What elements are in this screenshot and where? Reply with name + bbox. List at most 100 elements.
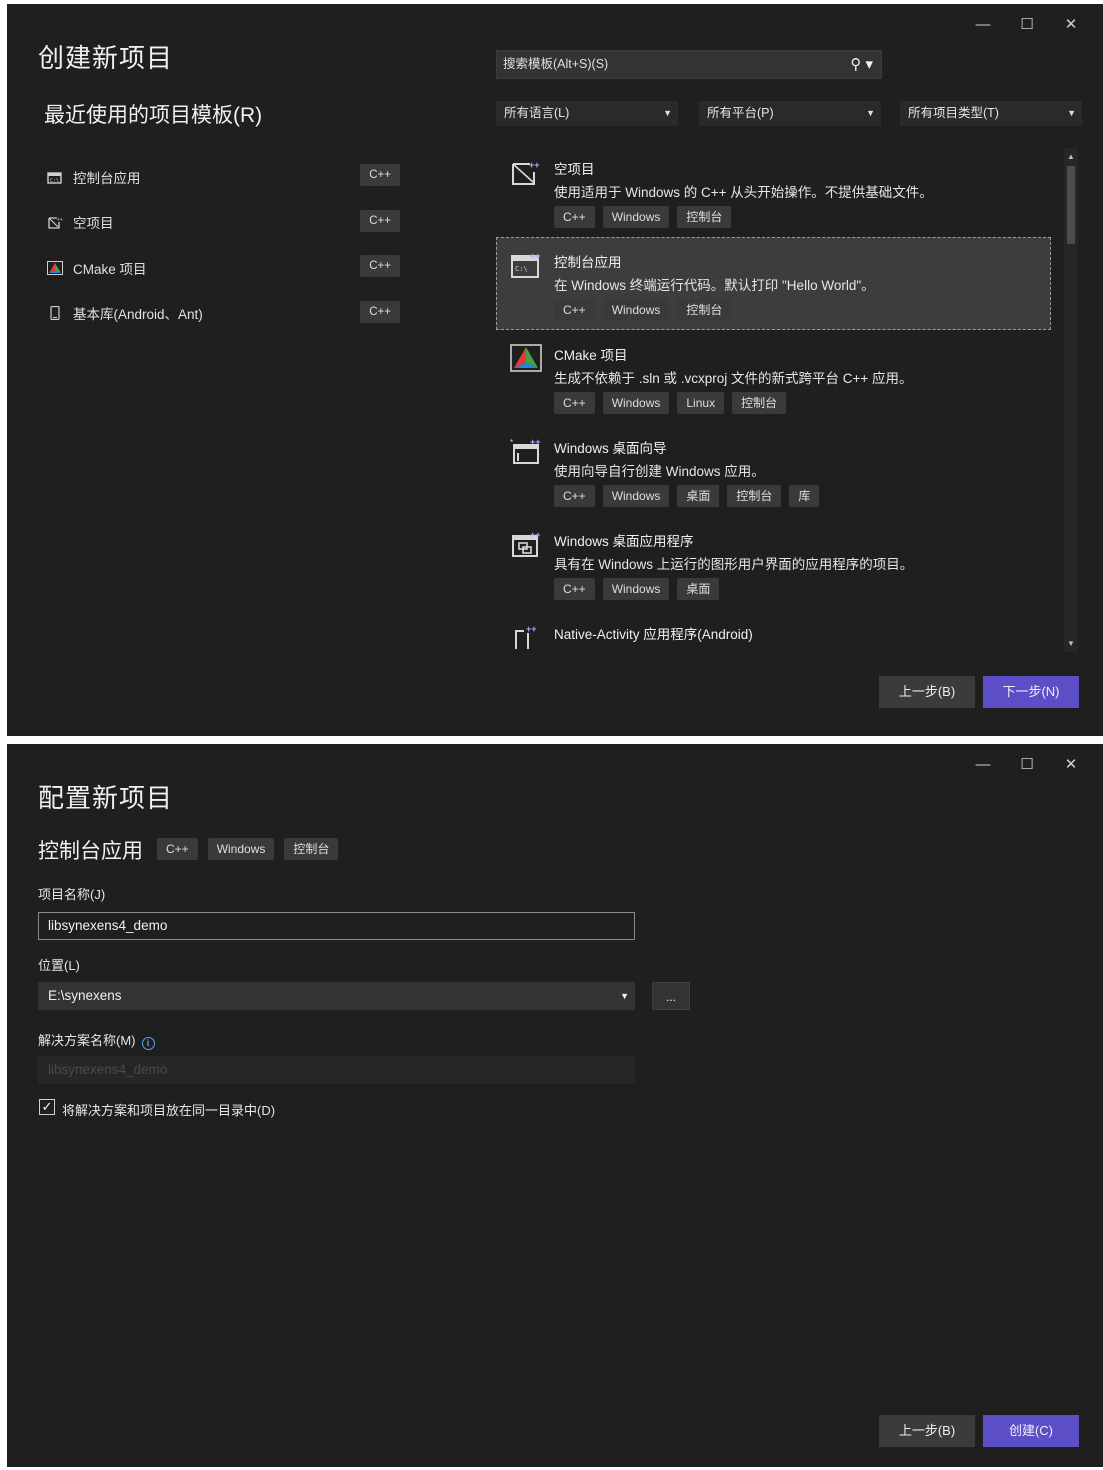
console-app-icon: C:\ [47,172,62,184]
window-controls: — ☐ ✕ [961,12,1093,36]
create-button[interactable]: 创建(C) [983,1415,1079,1447]
back-button[interactable]: 上一步(B) [879,1415,975,1447]
tag: 库 [789,485,820,507]
platform-filter[interactable]: 所有平台(P) ▼ [699,101,881,126]
solution-name-label-row: 解决方案名称(M) i [38,1030,155,1050]
language-badge: C++ [360,164,400,186]
recent-item-cmake[interactable]: CMake 项目 C++ [45,245,400,291]
project-type-filter[interactable]: 所有项目类型(T) ▼ [900,101,1082,126]
desktop-app-icon: ++ [512,530,541,557]
cmake-icon [510,344,542,372]
same-directory-checkbox[interactable]: ✓ [39,1099,55,1115]
empty-project-icon: ++ [48,217,63,229]
android-library-icon [50,306,60,321]
desktop-wizard-icon: * ++ [510,437,541,464]
close-button[interactable]: ✕ [1049,12,1093,36]
maximize-button[interactable]: ☐ [1005,752,1049,776]
svg-text:++: ++ [530,437,541,447]
template-tags: C++ Windows 控制台 [554,206,732,228]
template-item-desktop-app[interactable]: ++ Windows 桌面应用程序 具有在 Windows 上运行的图形用户界面… [496,516,1051,609]
back-button[interactable]: 上一步(B) [879,676,975,708]
same-directory-label[interactable]: 将解决方案和项目放在同一目录中(D) [62,1100,275,1119]
recent-item-android-library[interactable]: 基本库(Android、Ant) C++ [45,291,400,337]
template-tags: C++ Windows Linux 控制台 [554,392,787,414]
tag: 控制台 [284,838,339,860]
template-item-console-app[interactable]: C:\ ++ 控制台应用 在 Windows 终端运行代码。默认打印 "Hello… [496,237,1051,330]
minimize-button[interactable]: — [961,12,1005,36]
template-name: 控制台应用 [554,255,622,270]
template-item-desktop-wizard[interactable]: * ++ Windows 桌面向导 使用向导自行创建 Windows 应用。 C+… [496,423,1051,516]
configure-project-window: — ☐ ✕ 配置新项目 控制台应用 C++ Windows 控制台 项目名称(J… [7,744,1103,1467]
svg-text:C:\: C:\ [50,178,59,184]
search-placeholder: 搜索模板(Alt+S)(S) [503,57,609,71]
location-label: 位置(L) [38,958,80,973]
tag: C++ [554,392,595,414]
tag: Windows [602,299,670,321]
template-name: 控制台应用 [38,840,143,863]
project-name-label: 项目名称(J) [38,887,106,902]
tag: Windows [602,206,670,228]
scrollbar-thumb[interactable] [1067,166,1075,244]
recent-item-label: 空项目 [73,216,114,232]
template-tags: C++ Windows 桌面 控制台 库 [554,485,820,507]
location-select[interactable]: E:\synexens ▼ [38,982,635,1010]
tag: Windows [602,485,670,507]
template-tags: C++ Windows 控制台 [554,299,732,321]
template-description: 生成不依赖于 .sln 或 .vcxproj 文件的新式跨平台 C++ 应用。 [554,371,913,386]
template-tags: C++ Windows 控制台 [157,838,339,860]
template-description: 使用向导自行创建 Windows 应用。 [554,464,765,479]
template-name: Windows 桌面向导 [554,441,667,456]
tag: Windows [602,392,670,414]
scroll-down-icon[interactable]: ▼ [1064,639,1078,648]
recent-item-empty-project[interactable]: ++ 空项目 C++ [45,200,400,246]
tag: Windows [207,838,275,860]
template-name: CMake 项目 [554,348,628,363]
template-description: 具有在 Windows 上运行的图形用户界面的应用程序的项目。 [554,557,914,572]
language-badge: C++ [360,300,400,323]
browse-button[interactable]: ... [652,982,690,1010]
tag: C++ [554,578,595,600]
tag: 控制台 [732,392,787,414]
svg-text:++: ++ [530,530,541,540]
language-filter[interactable]: 所有语言(L) ▼ [496,101,678,126]
project-name-input[interactable]: libsynexens4_demo [38,912,635,940]
svg-text:++: ++ [530,251,541,261]
svg-text:*: * [510,438,513,447]
tag: Linux [677,392,725,414]
page-title: 配置新项目 [38,783,174,813]
template-search-input[interactable]: 搜索模板(Alt+S)(S) ⚲ ▾ [496,50,882,79]
recent-item-console-app[interactable]: C:\ 控制台应用 C++ [45,154,400,200]
chevron-down-icon: ▼ [866,108,875,118]
template-item-native-activity[interactable]: ++ Native-Activity 应用程序(Android) [496,609,1051,652]
chevron-down-icon: ▼ [620,991,629,1001]
template-item-empty-project[interactable]: ++ 空项目 使用适用于 Windows 的 C++ 从头开始操作。不提供基础文… [496,144,1051,237]
window-controls: — ☐ ✕ [961,752,1093,776]
close-button[interactable]: ✕ [1049,752,1093,776]
recent-item-label: 基本库(Android、Ant) [73,307,203,323]
language-badge: C++ [360,209,400,232]
tag: 桌面 [677,485,720,507]
language-filter-label: 所有语言(L) [504,106,570,120]
language-badge: C++ [360,255,400,277]
template-list-scrollbar[interactable]: ▲ ▼ [1064,148,1078,652]
tag: 桌面 [677,578,720,600]
scroll-up-icon[interactable]: ▲ [1064,152,1078,161]
tag: 控制台 [727,485,782,507]
search-icon[interactable]: ⚲ ▾ [850,51,873,78]
next-button[interactable]: 下一步(N) [983,676,1079,708]
recent-item-label: 控制台应用 [73,170,141,186]
template-name: Windows 桌面应用程序 [554,534,694,549]
maximize-button[interactable]: ☐ [1005,12,1049,36]
info-icon[interactable]: i [141,1037,155,1050]
template-description: 使用适用于 Windows 的 C++ 从头开始操作。不提供基础文件。 [554,185,933,200]
location-value: E:\synexens [48,988,122,1003]
empty-project-icon: ++ [512,160,540,185]
svg-text:++: ++ [57,217,63,223]
tag: 控制台 [677,206,732,228]
template-name: Native-Activity 应用程序(Android) [554,627,753,642]
svg-text:++: ++ [526,624,537,634]
recent-item-label: CMake 项目 [73,261,147,277]
template-item-cmake[interactable]: CMake 项目 生成不依赖于 .sln 或 .vcxproj 文件的新式跨平台… [496,330,1051,423]
minimize-button[interactable]: — [961,752,1005,776]
template-description: 在 Windows 终端运行代码。默认打印 "Hello World"。 [554,278,875,293]
